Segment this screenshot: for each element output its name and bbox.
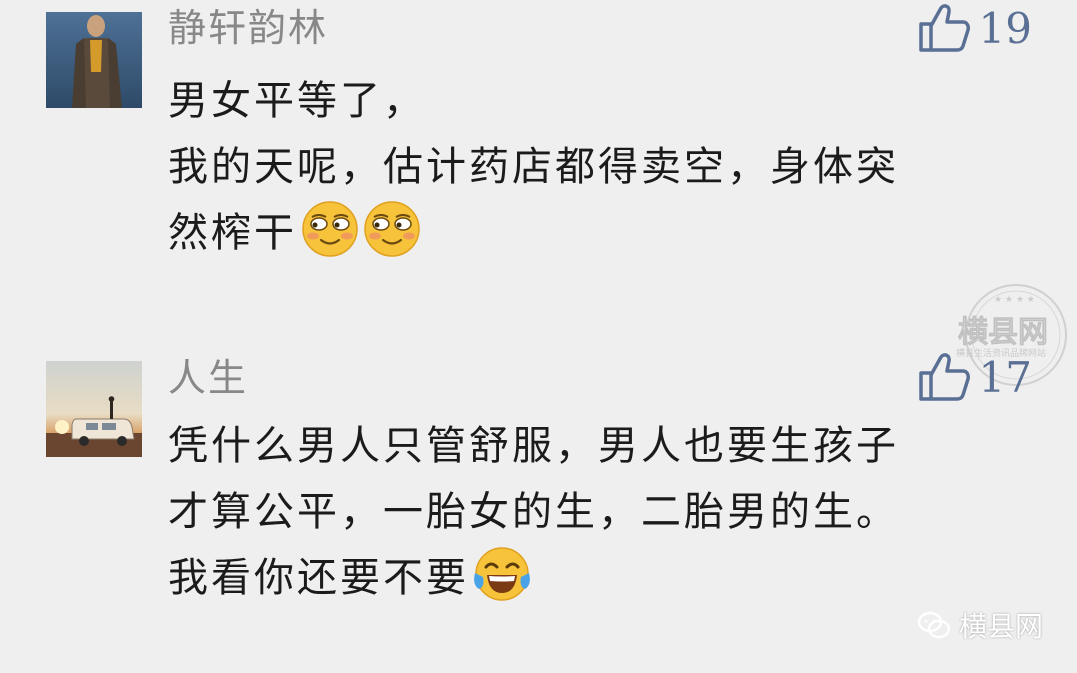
comment-line-with-emoji: 然榨干: [168, 200, 899, 266]
like-count: 17: [978, 352, 1032, 402]
comment-body: 凭什么男人只管舒服，男人也要生孩子 才算公平，一胎女的生，二胎男的生。 我看你还…: [168, 413, 899, 611]
smirk-emoji: [364, 201, 420, 257]
like-count: 19: [978, 3, 1032, 53]
comment-line-text: 我看你还要不要: [168, 555, 469, 601]
laugh-tears-emoji: [474, 547, 530, 601]
like-button[interactable]: 19: [917, 2, 1032, 54]
wechat-icon: [917, 611, 951, 639]
comment-line: 凭什么男人只管舒服，男人也要生孩子: [168, 423, 899, 469]
comment-line: 才算公平，一胎女的生，二胎男的生。: [168, 489, 899, 535]
comment-line: 我的天呢，估计药店都得卖空，身体突: [168, 144, 899, 190]
username[interactable]: 人生: [168, 359, 248, 397]
footer-brand: 横县网: [917, 605, 1043, 645]
thumbs-up-icon: [918, 4, 970, 52]
comment-body: 男女平等了， 我的天呢，估计药店都得卖空，身体突 然榨干: [168, 68, 899, 266]
smirk-emoji: [302, 201, 358, 257]
comment-line-text: 然榨干: [168, 210, 297, 256]
avatar[interactable]: [46, 361, 142, 457]
comment-line-with-emoji: 我看你还要不要: [168, 545, 899, 611]
comment-line: 男女平等了，: [168, 78, 426, 124]
avatar[interactable]: [46, 12, 142, 108]
van-sunset-avatar-image: [46, 361, 142, 457]
username[interactable]: 静轩韵林: [168, 9, 328, 47]
like-button[interactable]: 17: [917, 351, 1032, 403]
footer-brand-label: 横县网: [958, 610, 1043, 643]
watermark-seal-text: 横县网: [958, 315, 1048, 350]
svg-text:★ ★ ★ ★: ★ ★ ★ ★: [994, 295, 1035, 305]
person-standing-avatar-image: [46, 12, 142, 108]
thumbs-up-icon: [918, 353, 970, 401]
